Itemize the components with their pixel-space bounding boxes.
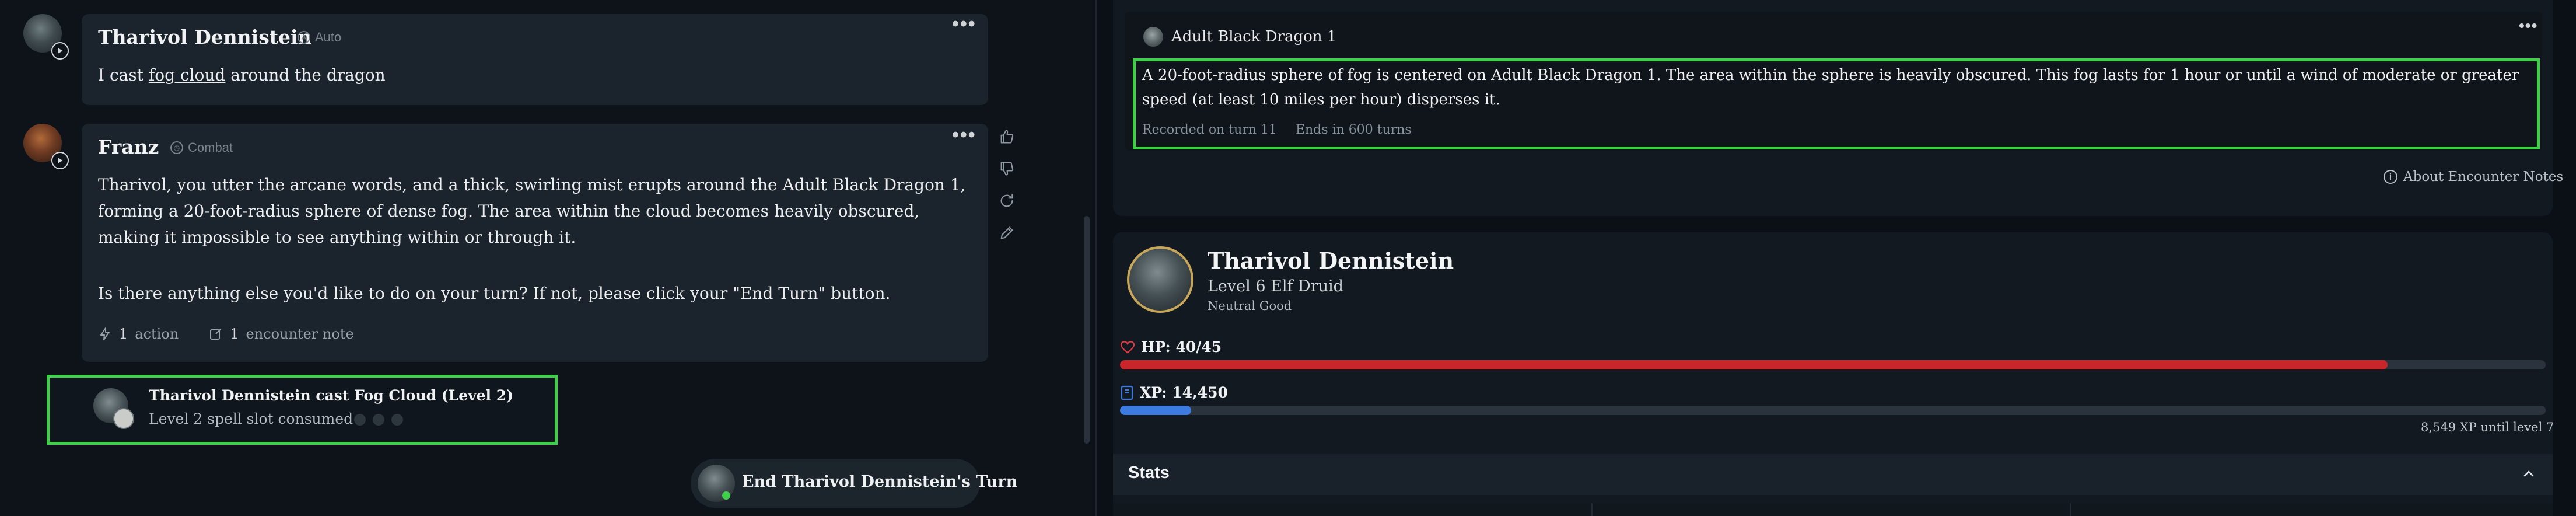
character-alignment: Neutral Good bbox=[1208, 299, 1292, 313]
info-icon: i bbox=[2384, 170, 2398, 184]
refresh-icon[interactable] bbox=[999, 193, 1015, 209]
stats-section-header[interactable] bbox=[1113, 454, 2553, 495]
message-text: Tharivol, you utter the arcane words, an… bbox=[98, 175, 966, 247]
character-name: Tharivol Dennistein bbox=[1208, 247, 1454, 274]
spell-event-subtitle: Level 2 spell slot consumed bbox=[149, 410, 354, 427]
lightning-icon bbox=[100, 327, 110, 340]
note-icon bbox=[210, 328, 222, 340]
spell-link[interactable]: fog cloud bbox=[149, 65, 226, 85]
message-actions bbox=[999, 128, 1017, 257]
spell-slot-indicator bbox=[373, 414, 384, 426]
play-icon[interactable] bbox=[51, 42, 69, 60]
xp-until-next-level: 8,549 XP until level 7 bbox=[2421, 420, 2554, 434]
note-creature-name: Adult Black Dragon 1 bbox=[1171, 28, 1337, 46]
clock-icon: ◷ bbox=[170, 141, 183, 154]
note-text: A 20-foot-radius sphere of fog is center… bbox=[1142, 67, 2519, 109]
book-icon bbox=[1121, 385, 1133, 400]
end-turn-label: End Tharivol Dennistein's Turn bbox=[742, 473, 1018, 491]
chat-scrollbar[interactable] bbox=[1084, 216, 1090, 444]
mode-tag: A Auto bbox=[298, 30, 341, 45]
xp-bar-fill bbox=[1120, 406, 1192, 415]
more-options-icon[interactable]: ••• bbox=[952, 124, 977, 147]
note-header: Adult Black Dragon 1 bbox=[1143, 27, 1336, 47]
avatar bbox=[698, 465, 735, 502]
xp-bar bbox=[1120, 406, 2546, 415]
caster-avatar bbox=[93, 388, 134, 429]
message-text: I cast fog cloud around the dragon bbox=[98, 65, 386, 85]
action-label[interactable]: action bbox=[135, 326, 178, 342]
note-ends: Ends in 600 turns bbox=[1295, 123, 1412, 137]
action-count: 1 bbox=[119, 326, 128, 342]
message-meta: 1 action 1 encounter note bbox=[98, 326, 354, 342]
spell-slot-indicator bbox=[354, 414, 366, 426]
note-count: 1 bbox=[230, 326, 239, 342]
auto-icon: A bbox=[298, 31, 310, 44]
spell-event-card: Tharivol Dennistein cast Fog Cloud (Leve… bbox=[47, 375, 558, 445]
stats-grid bbox=[1113, 503, 2553, 516]
mode-tag-label: Auto bbox=[315, 30, 342, 44]
character-class: Level 6 Elf Druid bbox=[1208, 277, 1343, 295]
mode-tag: ◷ Combat bbox=[170, 140, 233, 155]
chevron-up-icon[interactable] bbox=[2520, 465, 2538, 482]
message-author: Franz bbox=[98, 135, 159, 158]
spell-icon bbox=[113, 408, 134, 429]
mode-tag-label: Combat bbox=[188, 140, 233, 155]
stats-title: Stats bbox=[1128, 463, 1170, 482]
more-options-icon[interactable]: ••• bbox=[952, 13, 977, 36]
spell-slot-indicator bbox=[391, 414, 403, 426]
end-turn-button[interactable]: End Tharivol Dennistein's Turn bbox=[691, 459, 1017, 508]
note-label[interactable]: encounter note bbox=[246, 326, 354, 342]
heart-icon bbox=[1120, 340, 1135, 353]
hp-bar bbox=[1120, 360, 2546, 369]
message-text: Is there anything else you'd like to do … bbox=[98, 284, 891, 303]
about-encounter-notes-link[interactable]: i About Encounter Notes bbox=[2384, 169, 2563, 184]
about-notes-label: About Encounter Notes bbox=[2403, 169, 2564, 184]
xp-label: XP: 14,450 bbox=[1120, 384, 1228, 401]
character-portrait[interactable] bbox=[1127, 246, 1194, 313]
message-author: Tharivol Dennistein bbox=[98, 26, 312, 48]
hp-label: HP: 40/45 bbox=[1120, 339, 1222, 355]
note-recorded: Recorded on turn 11 bbox=[1142, 123, 1277, 137]
play-icon[interactable] bbox=[51, 152, 69, 169]
pencil-icon[interactable] bbox=[999, 225, 1015, 241]
more-options-icon[interactable]: ••• bbox=[2519, 16, 2538, 35]
thumbs-up-icon[interactable] bbox=[999, 128, 1015, 145]
creature-avatar bbox=[1143, 27, 1163, 47]
note-meta: Recorded on turn 11 Ends in 600 turns bbox=[1142, 123, 1412, 137]
hp-bar-fill bbox=[1120, 360, 2388, 369]
thumbs-down-icon[interactable] bbox=[999, 161, 1015, 177]
spell-event-title: Tharivol Dennistein cast Fog Cloud (Leve… bbox=[149, 387, 513, 404]
